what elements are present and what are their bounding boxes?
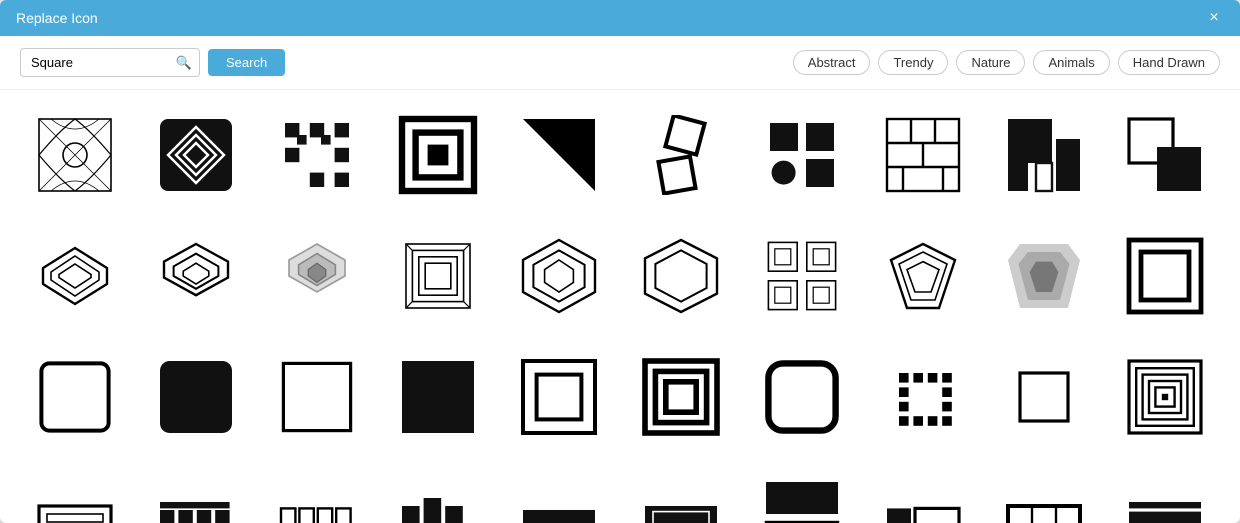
filter-abstract[interactable]: Abstract — [793, 50, 871, 75]
icon-cell[interactable] — [20, 464, 129, 523]
icon-cell[interactable] — [384, 100, 493, 209]
icon-cell[interactable] — [384, 221, 493, 330]
icon-cell[interactable] — [868, 464, 977, 523]
icon-cell[interactable] — [262, 100, 371, 209]
icon-cell[interactable] — [990, 342, 1099, 451]
icon-cell[interactable] — [1111, 221, 1220, 330]
icon-cell[interactable] — [626, 464, 735, 523]
icon-cell[interactable] — [141, 342, 250, 451]
icon-cell[interactable] — [1111, 100, 1220, 209]
search-input-wrap: 🔍 — [20, 48, 200, 77]
icon-cell[interactable] — [1111, 342, 1220, 451]
icon-cell[interactable] — [262, 221, 371, 330]
search-icon: 🔍 — [176, 55, 192, 71]
icon-cell[interactable] — [747, 342, 856, 451]
icon-cell[interactable] — [141, 100, 250, 209]
filter-hand-drawn[interactable]: Hand Drawn — [1118, 50, 1220, 75]
filter-nature[interactable]: Nature — [956, 50, 1025, 75]
icon-cell[interactable] — [868, 221, 977, 330]
close-button[interactable]: × — [1204, 8, 1224, 28]
filter-trendy[interactable]: Trendy — [878, 50, 948, 75]
icon-cell[interactable] — [20, 342, 129, 451]
filter-tags: Abstract Trendy Nature Animals Hand Draw… — [793, 50, 1220, 75]
icon-cell[interactable] — [747, 464, 856, 523]
icon-cell[interactable] — [505, 342, 614, 451]
icons-grid-wrap[interactable] — [0, 90, 1240, 523]
search-area: 🔍 Search — [20, 48, 285, 77]
icon-cell[interactable] — [505, 100, 614, 209]
icon-cell[interactable] — [626, 221, 735, 330]
icon-cell[interactable] — [990, 464, 1099, 523]
search-button[interactable]: Search — [208, 49, 285, 76]
icon-cell[interactable] — [626, 342, 735, 451]
icon-cell[interactable] — [1111, 464, 1220, 523]
icon-cell[interactable] — [990, 221, 1099, 330]
search-input[interactable] — [20, 48, 200, 77]
icon-cell[interactable] — [141, 464, 250, 523]
toolbar: 🔍 Search Abstract Trendy Nature Animals … — [0, 36, 1240, 90]
content-area — [0, 90, 1240, 523]
icon-cell[interactable] — [384, 342, 493, 451]
dialog-title: Replace Icon — [16, 10, 98, 26]
icon-cell[interactable] — [141, 221, 250, 330]
icon-cell[interactable] — [20, 221, 129, 330]
icon-cell[interactable] — [868, 342, 977, 451]
icon-cell[interactable] — [505, 464, 614, 523]
icon-cell[interactable] — [262, 464, 371, 523]
icon-cell[interactable] — [262, 342, 371, 451]
icon-cell[interactable] — [505, 221, 614, 330]
icon-cell[interactable] — [626, 100, 735, 209]
icon-cell[interactable] — [747, 100, 856, 209]
icon-cell[interactable] — [20, 100, 129, 209]
icon-cell[interactable] — [868, 100, 977, 209]
icon-cell[interactable] — [384, 464, 493, 523]
icon-cell[interactable] — [990, 100, 1099, 209]
filter-animals[interactable]: Animals — [1033, 50, 1109, 75]
icons-grid — [20, 100, 1220, 523]
dialog-header: Replace Icon × — [0, 0, 1240, 36]
replace-icon-dialog: Replace Icon × 🔍 Search Abstract Trendy … — [0, 0, 1240, 523]
icon-cell[interactable] — [747, 221, 856, 330]
